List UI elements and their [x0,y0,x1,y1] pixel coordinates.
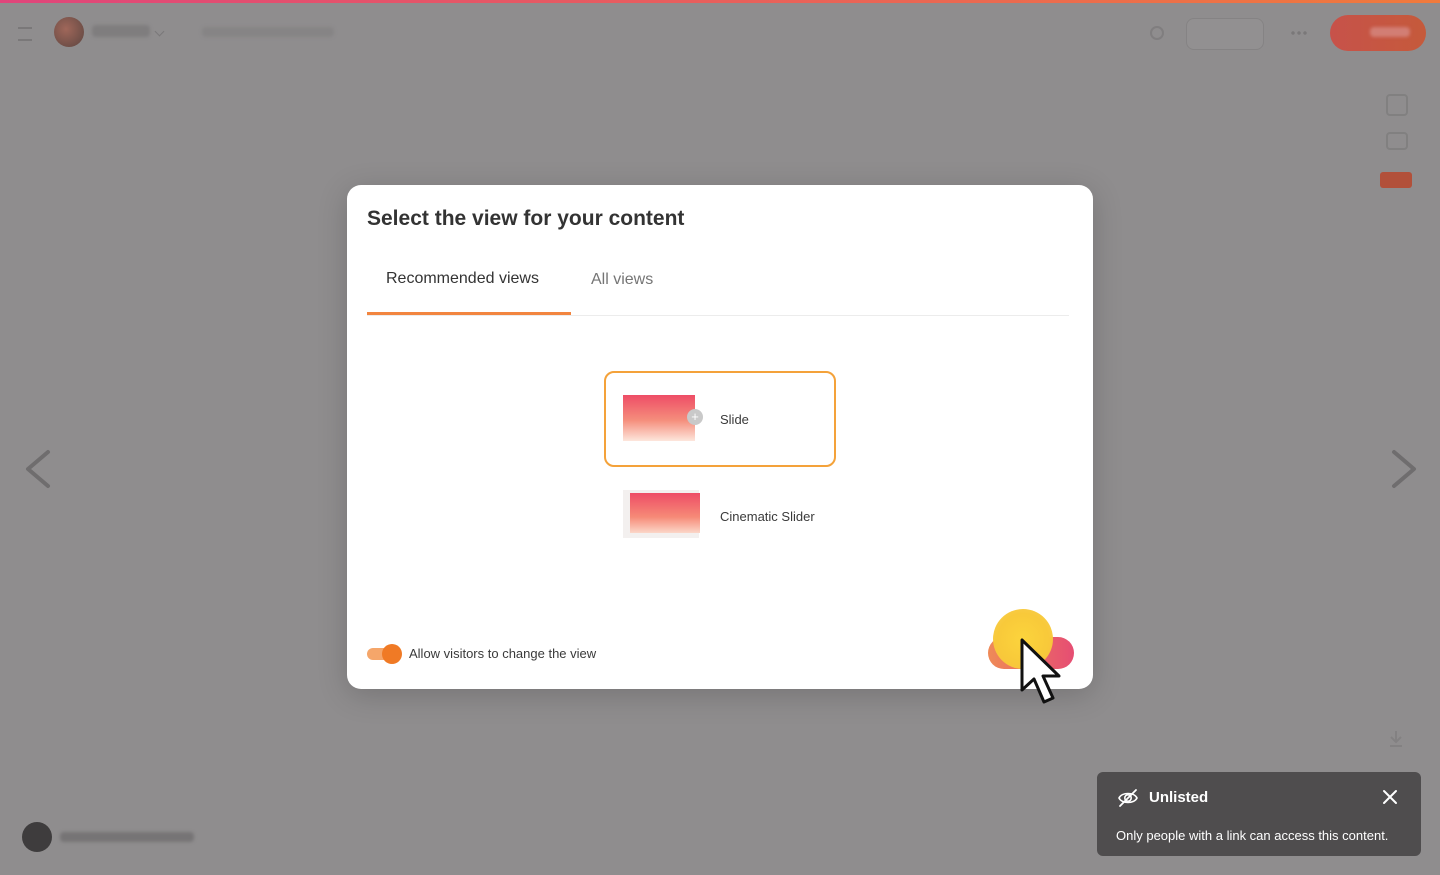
view-option-slide[interactable]: + Slide [604,371,836,467]
slide-thumbnail: + [623,395,703,443]
eye-slash-icon [1118,789,1138,807]
mouse-cursor-icon [1020,638,1061,704]
edit-button[interactable] [1186,18,1264,50]
user-name-blurred [92,25,150,37]
close-icon[interactable] [1381,788,1399,806]
view-option-cinematic-slider[interactable]: Cinematic Slider [604,468,836,564]
comment-icon[interactable] [1386,132,1408,150]
toast-title: Unlisted [1149,789,1209,806]
document-title-blurred [202,27,334,37]
unlisted-toast: Unlisted Only people with a link can acc… [1097,772,1421,856]
tab-all-views[interactable]: All views [591,245,653,315]
tab-label: Recommended views [386,269,539,287]
tab-recommended-views[interactable]: Recommended views [367,245,571,315]
brand-avatar [22,822,52,852]
cinematic-thumbnail-image [630,493,700,533]
more-options-icon[interactable] [1290,31,1308,35]
toggle-knob [382,644,402,664]
theme-swatch-icon[interactable] [1380,172,1412,188]
plus-icon: + [687,409,703,425]
menu-icon[interactable] [18,27,32,41]
layout-icon[interactable] [1386,94,1408,116]
allow-change-view-toggle[interactable] [367,644,402,664]
next-arrow-icon[interactable] [1380,446,1426,492]
download-icon[interactable] [1388,730,1404,748]
chevron-down-icon[interactable] [154,26,165,37]
view-tabs: Recommended views All views [367,245,1069,316]
toast-message: Only people with a link can access this … [1116,828,1389,843]
app-header [0,3,1440,63]
view-option-label: Cinematic Slider [720,508,815,524]
modal-title: Select the view for your content [367,207,685,230]
powered-by-blurred [60,832,194,842]
user-avatar[interactable] [54,17,84,47]
search-icon[interactable] [1150,26,1164,40]
tab-label: All views [591,271,654,288]
cinematic-slider-thumbnail [623,490,700,540]
slide-thumbnail-image [623,395,695,441]
view-option-label: Slide [720,411,749,427]
toggle-label: Allow visitors to change the view [409,646,597,661]
share-button-label-blurred [1370,27,1410,37]
view-select-modal: Select the view for your content Recomme… [347,185,1093,704]
previous-arrow-icon[interactable] [16,446,62,492]
